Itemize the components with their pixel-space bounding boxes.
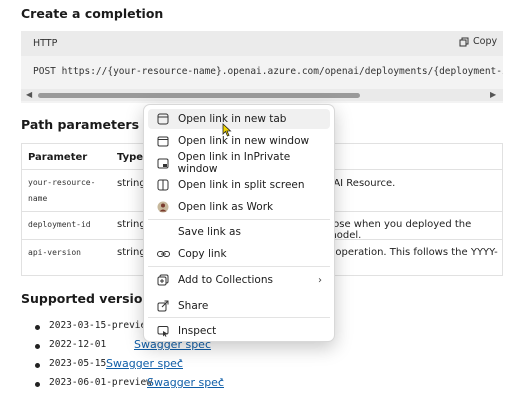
code-header bbox=[21, 31, 503, 56]
menu-item-label: Open link in split screen bbox=[178, 179, 305, 191]
copy-label: Copy bbox=[473, 36, 498, 47]
menu-item-inspect[interactable]: Inspect bbox=[148, 321, 330, 341]
menu-item-label: Copy link bbox=[178, 248, 227, 260]
code-language-label: HTTP bbox=[33, 38, 58, 49]
menu-item-copy-link[interactable]: Copy link bbox=[148, 244, 330, 264]
new-tab-icon bbox=[154, 113, 172, 125]
context-menu: Open link in new tab Open link in new wi… bbox=[143, 104, 335, 342]
menu-separator bbox=[148, 317, 330, 318]
menu-item-label: Open link in new window bbox=[178, 135, 310, 147]
copy-icon bbox=[459, 37, 469, 46]
inspect-icon bbox=[154, 325, 172, 337]
param-name: deployment-id bbox=[28, 220, 91, 229]
menu-item-open-inprivate[interactable]: Open link in InPrivate window bbox=[148, 151, 330, 175]
external-link-icon: ↗ bbox=[217, 376, 224, 385]
param-name-cont: name bbox=[28, 194, 48, 203]
external-link-icon: ↗ bbox=[176, 357, 183, 366]
menu-item-add-to-collections[interactable]: Add to Collections › bbox=[148, 270, 330, 290]
param-name: your-resource- bbox=[28, 178, 96, 187]
copy-button[interactable]: Copy bbox=[459, 36, 497, 47]
page-heading: Create a completion bbox=[21, 6, 164, 21]
menu-separator bbox=[148, 266, 330, 267]
scroll-right-icon[interactable]: ▶ bbox=[490, 90, 496, 99]
swagger-spec-link[interactable]: Swagger spec bbox=[147, 376, 224, 389]
menu-item-label: Save link as bbox=[178, 226, 241, 238]
collections-icon bbox=[154, 274, 172, 286]
list-bullet bbox=[35, 363, 40, 368]
version-code: 2023-03-15-preview bbox=[49, 320, 152, 331]
menu-item-label: Open link in InPrivate window bbox=[177, 151, 291, 175]
param-description: nAI Resource. bbox=[327, 178, 396, 189]
column-header-parameter: Parameter bbox=[28, 152, 88, 163]
param-description: s operation. This follows the YYYY- bbox=[327, 247, 498, 258]
menu-item-label: Add to Collections bbox=[178, 274, 273, 286]
new-window-icon bbox=[154, 135, 172, 147]
menu-separator bbox=[148, 219, 330, 220]
menu-item-open-new-window[interactable]: Open link in new window bbox=[148, 131, 330, 151]
param-type: string bbox=[117, 219, 146, 230]
param-type: string bbox=[117, 247, 146, 258]
code-line: POST https://{your-resource-name}.openai… bbox=[33, 66, 503, 77]
list-bullet bbox=[35, 344, 40, 349]
param-name: api-version bbox=[28, 248, 81, 257]
list-bullet bbox=[35, 382, 40, 387]
param-description: oose when you deployed the model. bbox=[327, 219, 472, 241]
inprivate-window-icon bbox=[154, 157, 172, 169]
swagger-spec-link[interactable]: Swagger spec bbox=[106, 357, 183, 370]
chevron-right-icon: › bbox=[318, 274, 322, 286]
path-parameters-heading: Path parameters bbox=[21, 117, 140, 132]
version-code: 2023-05-15 bbox=[49, 358, 107, 369]
split-screen-icon bbox=[154, 179, 172, 191]
supported-versions-heading: Supported versions bbox=[21, 291, 159, 306]
mouse-cursor-icon bbox=[222, 123, 232, 137]
menu-item-label: Share bbox=[178, 300, 209, 312]
list-bullet bbox=[35, 325, 40, 330]
version-code: 2023-06-01-preview bbox=[49, 377, 152, 388]
menu-item-share[interactable]: Share bbox=[148, 296, 330, 316]
column-header-type: Type bbox=[117, 152, 144, 163]
link-icon bbox=[154, 249, 172, 259]
scrollbar-thumb[interactable] bbox=[38, 93, 360, 98]
version-code: 2022-12-01 bbox=[49, 339, 107, 350]
menu-item-label: Open link as Work bbox=[178, 201, 274, 213]
menu-item-open-split-screen[interactable]: Open link in split screen bbox=[148, 175, 330, 195]
param-type: string bbox=[117, 178, 146, 189]
share-icon bbox=[154, 300, 172, 312]
menu-item-open-new-tab[interactable]: Open link in new tab bbox=[148, 109, 330, 129]
menu-item-save-link-as[interactable]: Save link as bbox=[148, 222, 330, 242]
menu-item-label: Inspect bbox=[178, 325, 217, 337]
menu-item-open-as-work[interactable]: Open link as Work bbox=[148, 197, 330, 217]
scroll-left-icon[interactable]: ◀ bbox=[26, 90, 32, 99]
work-profile-icon bbox=[154, 201, 172, 213]
menu-item-label: Open link in new tab bbox=[178, 113, 287, 125]
